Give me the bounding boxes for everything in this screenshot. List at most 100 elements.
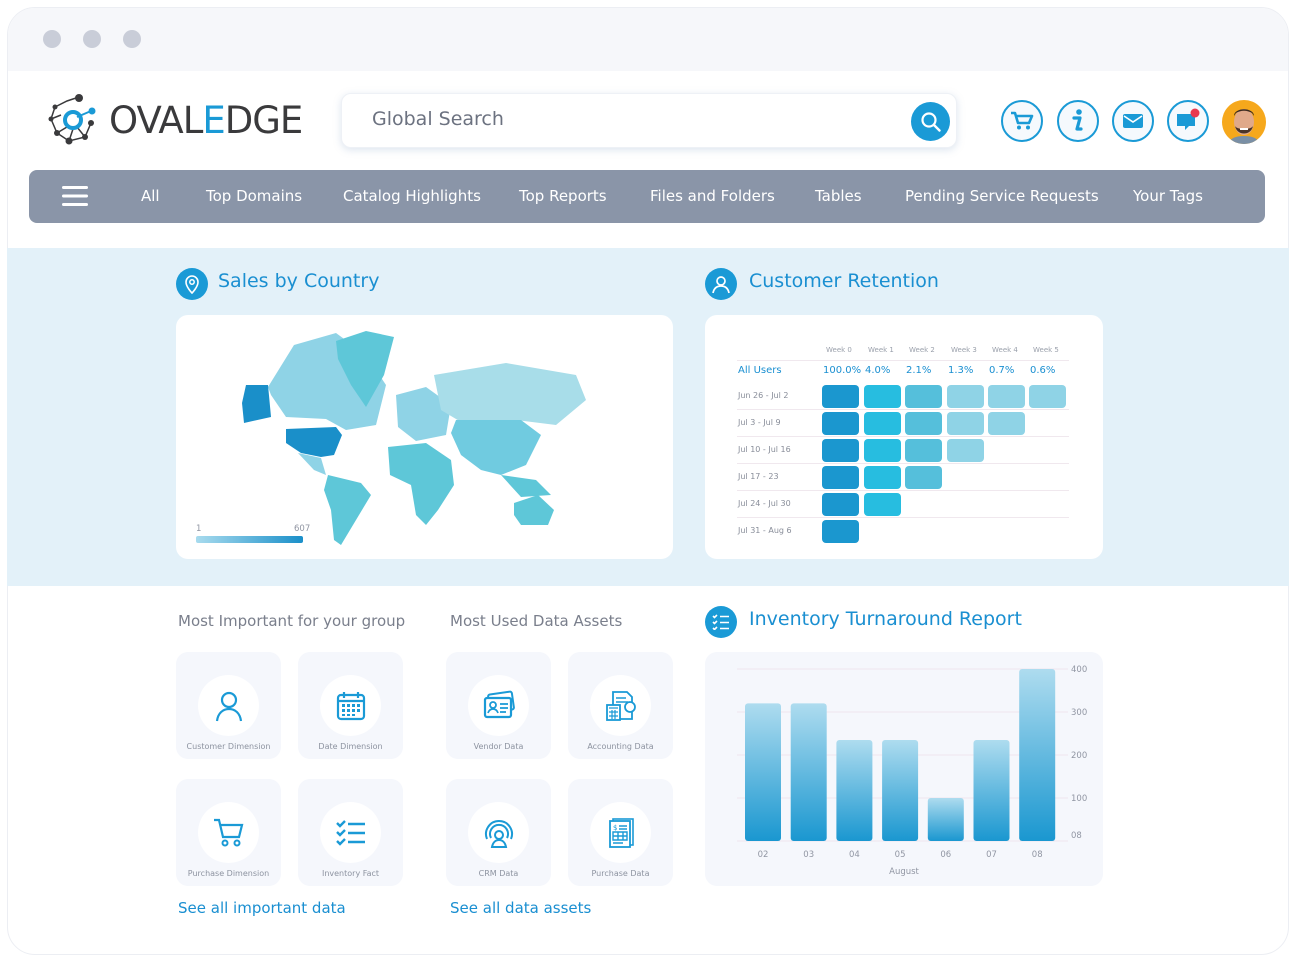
y-tick-label: 200 <box>1071 751 1087 761</box>
cohort-label: Jul 24 - Jul 30 <box>738 499 791 508</box>
y-tick-label: 400 <box>1071 665 1087 675</box>
cart-button[interactable] <box>1001 100 1043 142</box>
bar[interactable] <box>745 703 781 841</box>
asset-tile[interactable]: CRM Data <box>446 779 551 886</box>
retention-cell[interactable] <box>864 466 901 489</box>
bar[interactable] <box>882 739 919 841</box>
legend-max: 607 <box>294 524 310 534</box>
search-button[interactable] <box>911 102 950 141</box>
cohort-label: Jul 10 - Jul 16 <box>738 445 791 454</box>
asset-tile[interactable]: Accounting Data <box>568 652 673 759</box>
week-header: Week 0 <box>826 346 852 354</box>
retention-cell[interactable] <box>905 412 942 435</box>
window-dot[interactable] <box>123 30 141 48</box>
y-tick-label: 100 <box>1071 794 1087 804</box>
nav-item-top-reports[interactable]: Top Reports <box>519 187 607 205</box>
asset-tile[interactable]: Date Dimension <box>298 652 403 759</box>
bar[interactable] <box>836 739 873 841</box>
search-input[interactable] <box>372 108 892 130</box>
logo-text: OVAL <box>109 99 203 142</box>
logo-network-icon <box>48 94 96 145</box>
region-china-south-asia <box>451 420 541 475</box>
retention-cell[interactable] <box>1029 385 1066 408</box>
mail-icon <box>1123 114 1143 128</box>
retention-cell[interactable] <box>822 412 859 435</box>
tile-icon-circle: $ <box>590 802 651 863</box>
asset-tile[interactable]: Customer Dimension <box>176 652 281 759</box>
menu-icon <box>62 186 88 206</box>
info-button[interactable] <box>1057 100 1099 142</box>
info-icon <box>1072 109 1083 131</box>
divider <box>737 436 1069 437</box>
asset-tile[interactable]: Inventory Fact <box>298 779 403 886</box>
retention-cell[interactable] <box>905 466 942 489</box>
asset-tile[interactable]: Vendor Data <box>446 652 551 759</box>
retention-cell[interactable] <box>988 412 1025 435</box>
mail-button[interactable] <box>1112 100 1154 142</box>
cohort-label: Jun 26 - Jul 2 <box>738 391 789 400</box>
see-all-important-link[interactable]: See all important data <box>178 899 346 917</box>
search-icon <box>920 111 941 132</box>
ovaledge-logo[interactable]: OVALEDGE <box>47 93 317 145</box>
global-search[interactable] <box>341 93 957 148</box>
divider <box>737 360 1069 361</box>
see-all-assets-link[interactable]: See all data assets <box>450 899 591 917</box>
inventory-title: Inventory Turnaround Report <box>749 608 1022 630</box>
all-users-value: 4.0% <box>865 365 891 376</box>
retention-cell[interactable] <box>822 520 859 543</box>
window-dot[interactable] <box>83 30 101 48</box>
retention-cell[interactable] <box>822 466 859 489</box>
user-avatar[interactable] <box>1222 100 1266 144</box>
retention-cell[interactable] <box>864 493 901 516</box>
region-australia <box>514 495 554 525</box>
retention-cell[interactable] <box>905 385 942 408</box>
all-users-value: 100.0% <box>823 365 862 376</box>
chat-button[interactable] <box>1167 100 1209 142</box>
nav-item-pending-service-requests[interactable]: Pending Service Requests <box>905 187 1099 205</box>
retention-cell[interactable] <box>947 385 984 408</box>
nav-item-files-and-folders[interactable]: Files and Folders <box>650 187 775 205</box>
retention-cell[interactable] <box>822 385 859 408</box>
x-tick-label: 07 <box>986 850 997 860</box>
retention-cell[interactable] <box>822 439 859 462</box>
world-map[interactable]: 1 607 <box>176 315 673 559</box>
nav-item-tables[interactable]: Tables <box>815 187 862 205</box>
retention-cell[interactable] <box>947 412 984 435</box>
crm-icon <box>484 819 513 848</box>
hamburger-menu-button[interactable] <box>62 186 88 206</box>
asset-tile[interactable]: $ Purchase Data <box>568 779 673 886</box>
map-regions <box>242 331 586 545</box>
bar[interactable] <box>973 739 1010 841</box>
nav-item-all[interactable]: All <box>141 187 160 205</box>
divider <box>737 463 1069 464</box>
bar[interactable] <box>927 798 964 841</box>
tile-label: Inventory Fact <box>321 869 380 878</box>
retention-cell[interactable] <box>864 385 901 408</box>
retention-cell[interactable] <box>905 439 942 462</box>
tile-label: Vendor Data <box>473 742 524 751</box>
tile-label: Accounting Data <box>587 742 654 751</box>
nav-item-your-tags[interactable]: Your Tags <box>1133 187 1203 205</box>
retention-cell[interactable] <box>864 439 901 462</box>
avatar-face-icon <box>1228 109 1260 144</box>
logo-text: DGE <box>224 99 304 142</box>
cohort-label: Jul 31 - Aug 6 <box>738 526 792 535</box>
window-dot[interactable] <box>43 30 61 48</box>
calendar-icon <box>336 691 365 720</box>
retention-cell[interactable] <box>947 439 984 462</box>
retention-cell[interactable] <box>822 493 859 516</box>
nav-item-catalog-highlights[interactable]: Catalog Highlights <box>343 187 481 205</box>
all-users-label: All Users <box>738 365 782 376</box>
nav-item-top-domains[interactable]: Top Domains <box>206 187 302 205</box>
bar[interactable] <box>790 703 827 841</box>
tile-icon-circle <box>198 802 259 863</box>
retention-cell[interactable] <box>988 385 1025 408</box>
cohort-label: Jul 17 - 23 <box>738 472 779 481</box>
tile-icon-circle <box>590 675 651 736</box>
asset-tile[interactable]: Purchase Dimension <box>176 779 281 886</box>
x-tick-label: 03 <box>803 850 814 860</box>
retention-cell[interactable] <box>864 412 901 435</box>
cart-icon <box>213 818 243 846</box>
bar[interactable] <box>1019 669 1056 841</box>
inventory-chart-card: 02 03 04 05 06 07 08 08 100 200 300 400 August <box>705 652 1103 886</box>
